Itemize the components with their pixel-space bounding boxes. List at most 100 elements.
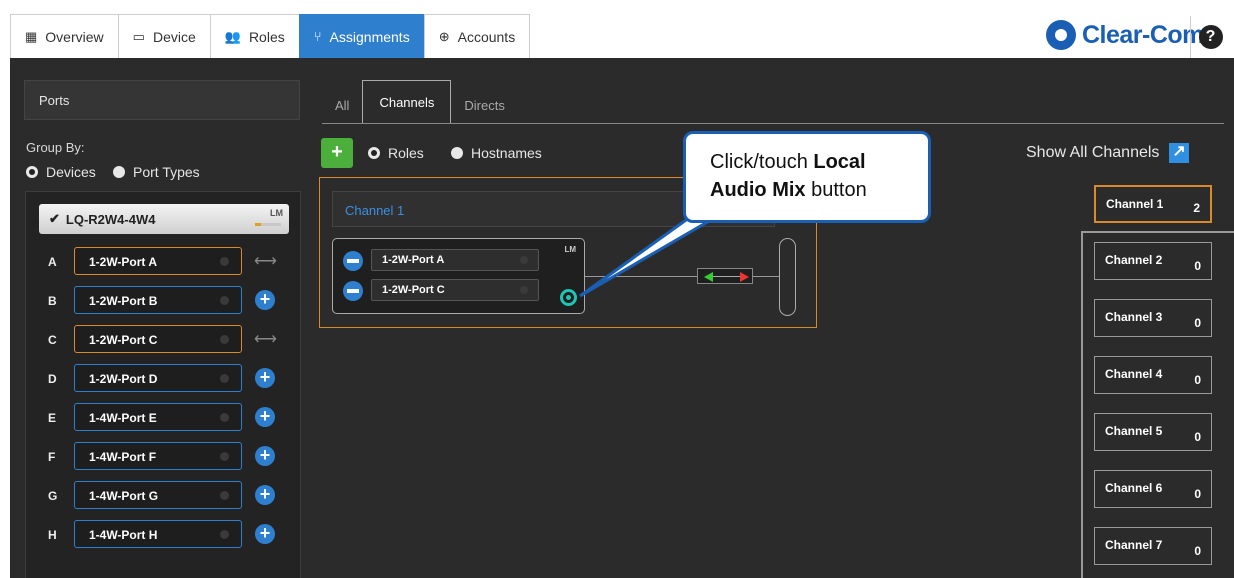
add-port-plus-icon[interactable]: + — [255, 407, 275, 427]
member-status-dot — [520, 286, 528, 294]
view-roles-radio[interactable]: Roles — [368, 145, 424, 161]
add-channel-button[interactable]: + — [321, 138, 353, 168]
tab-assignments[interactable]: ⑂ Assignments — [298, 14, 424, 58]
group-by-label: Group By: — [26, 140, 85, 155]
channel-list-item-2[interactable]: Channel 2 0 — [1094, 242, 1212, 280]
channel-bus-pill — [779, 238, 796, 316]
direction-line — [713, 276, 740, 277]
port-letter: F — [48, 450, 56, 464]
port-name: 1-2W-Port A — [89, 255, 157, 269]
channel-list-item-6[interactable]: Channel 6 0 — [1094, 470, 1212, 508]
port-letter: A — [48, 255, 57, 269]
port-row-c: C 1-2W-Port C ⟷ — [26, 325, 302, 355]
tab-device[interactable]: ▭ Device — [117, 14, 210, 58]
port-chip[interactable]: 1-2W-Port D — [74, 364, 242, 392]
port-name: 1-2W-Port D — [89, 372, 158, 386]
add-port-plus-icon[interactable]: + — [255, 524, 275, 544]
channel-name: Channel 4 — [1105, 367, 1163, 381]
tab-overview[interactable]: ▦ Overview — [10, 14, 118, 58]
add-port-plus-icon[interactable]: + — [255, 446, 275, 466]
channel-name: Channel 3 — [1105, 310, 1163, 324]
subtab-all[interactable]: All — [322, 86, 362, 124]
remove-member-minus-icon[interactable] — [343, 251, 363, 271]
clear-com-logo: Clear-Com — [1046, 18, 1204, 52]
drag-arrows-icon[interactable]: ⟷ — [254, 251, 277, 271]
port-chip[interactable]: 1-4W-Port F — [74, 442, 242, 470]
group-by-port-types-radio[interactable]: Port Types — [113, 164, 200, 180]
tab-label: Roles — [248, 28, 285, 45]
radio-selected-icon — [368, 147, 380, 159]
drag-arrows-icon[interactable]: ⟷ — [254, 329, 277, 349]
port-row-d: D 1-2W-Port D + — [26, 364, 302, 394]
group-by-devices-radio[interactable]: Devices — [26, 164, 96, 180]
port-letter: C — [48, 333, 57, 347]
port-status-dot — [220, 530, 229, 539]
port-letter: G — [48, 489, 58, 503]
channel-list-item-7[interactable]: Channel 7 0 — [1094, 527, 1212, 565]
channel-list-item-5[interactable]: Channel 5 0 — [1094, 413, 1212, 451]
member-chip[interactable]: 1-2W-Port A — [371, 249, 539, 271]
port-row-e: E 1-4W-Port E + — [26, 403, 302, 433]
top-nav: ▦ Overview ▭ Device 👥 Roles ⑂ Assignment… — [0, 0, 1234, 58]
add-port-plus-icon[interactable]: + — [255, 368, 275, 388]
port-name: 1-4W-Port F — [89, 450, 157, 464]
channel-count: 0 — [1194, 487, 1201, 501]
add-port-plus-icon[interactable]: + — [255, 290, 275, 310]
device-name: LQ-R2W4-4W4 — [65, 211, 156, 227]
tab-label: Assignments — [329, 28, 410, 45]
port-chip[interactable]: 1-2W-Port A — [74, 247, 242, 275]
member-name: 1-2W-Port C — [382, 284, 445, 296]
port-name: 1-2W-Port B — [89, 294, 158, 308]
sub-tabs: All Channels Directs — [322, 80, 518, 124]
port-chip[interactable]: 1-2W-Port C — [74, 325, 242, 353]
port-row-h: H 1-4W-Port H + — [26, 520, 302, 550]
channel-name: Channel 2 — [1105, 253, 1163, 267]
help-button[interactable]: ? — [1190, 16, 1230, 58]
instruction-callout: Click/touch Local Audio Mix button — [683, 131, 931, 223]
main-area: Ports Group By: Devices Port Types ✔ LQ-… — [10, 58, 1234, 578]
external-link-icon — [1169, 141, 1190, 163]
device-header[interactable]: ✔ LQ-R2W4-4W4 LM — [39, 204, 289, 234]
callout-text-1: Click/touch — [710, 151, 808, 173]
callout-bold-1: Local — [813, 151, 866, 173]
channel-name: Channel 6 — [1105, 481, 1163, 495]
direction-toggle[interactable] — [697, 268, 753, 284]
radio-label: Devices — [46, 164, 96, 180]
radio-label: Roles — [388, 145, 424, 161]
tab-accounts[interactable]: ⊕ Accounts — [423, 14, 531, 58]
channel-count: 0 — [1194, 373, 1201, 387]
accounts-icon: ⊕ — [438, 28, 450, 44]
port-chip[interactable]: 1-4W-Port E — [74, 403, 242, 431]
remove-member-minus-icon[interactable] — [343, 281, 363, 301]
member-name: 1-2W-Port A — [382, 254, 445, 266]
channel-list-item-3[interactable]: Channel 3 0 — [1094, 299, 1212, 337]
ports-header[interactable]: Ports — [24, 80, 300, 120]
arrow-right-red-icon — [740, 272, 749, 282]
port-chip[interactable]: 1-2W-Port B — [74, 286, 242, 314]
tab-label: Device — [152, 28, 196, 45]
port-name: 1-4W-Port G — [89, 489, 159, 503]
tab-label: Overview — [45, 28, 104, 45]
add-port-plus-icon[interactable]: + — [255, 485, 275, 505]
subtab-directs[interactable]: Directs — [451, 86, 517, 124]
channel-list-item-4[interactable]: Channel 4 0 — [1094, 356, 1212, 394]
view-hostnames-radio[interactable]: Hostnames — [451, 145, 542, 161]
port-row-g: G 1-4W-Port G + — [26, 481, 302, 511]
tab-roles[interactable]: 👥 Roles — [209, 14, 299, 58]
channel-count: 0 — [1194, 544, 1201, 558]
member-chip[interactable]: 1-2W-Port C — [371, 279, 539, 301]
port-chip[interactable]: 1-4W-Port H — [74, 520, 242, 548]
port-status-dot — [220, 335, 229, 344]
show-all-channels-button[interactable]: Show All Channels — [1026, 141, 1190, 163]
subtab-channels[interactable]: Channels — [362, 80, 452, 124]
device-icon: ▭ — [132, 28, 145, 44]
chevron-down-icon: ✔ — [49, 211, 60, 226]
roles-icon: 👥 — [224, 28, 241, 44]
channel-name: Channel 5 — [1105, 424, 1163, 438]
channel-name: Channel 7 — [1105, 538, 1163, 552]
logo-mark-icon — [1046, 20, 1076, 50]
channel-list-item-1[interactable]: Channel 1 2 — [1094, 185, 1212, 223]
port-chip[interactable]: 1-4W-Port G — [74, 481, 242, 509]
local-audio-mix-button[interactable] — [560, 289, 577, 306]
port-letter: E — [48, 411, 57, 425]
